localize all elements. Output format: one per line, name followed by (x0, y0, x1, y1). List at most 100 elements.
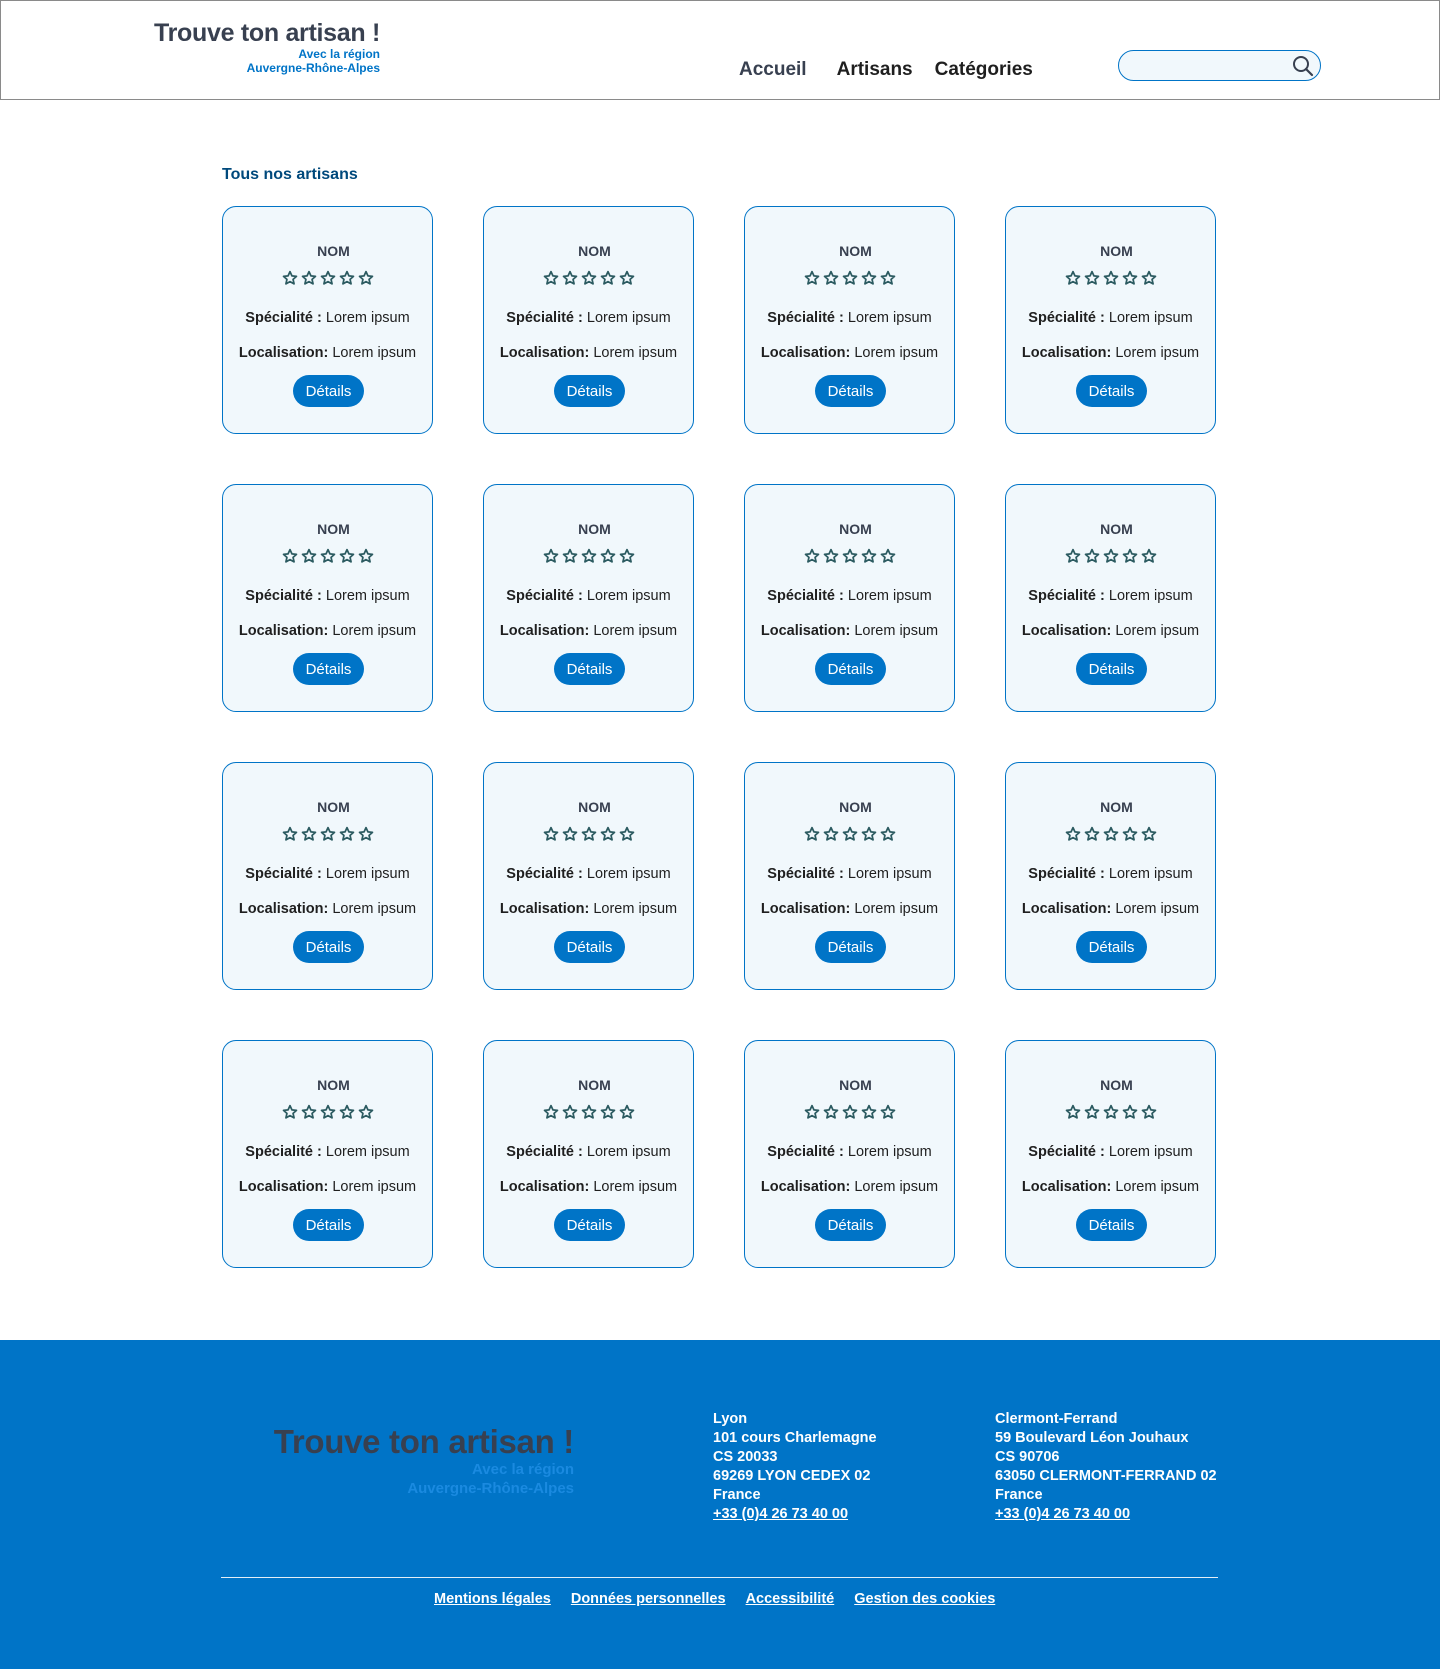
details-button[interactable]: Détails (1076, 931, 1147, 963)
artisan-card: NOM Spécialité : Lorem ipsum Localisation:… (222, 1040, 433, 1268)
location-line: Localisation: Lorem ipsum (223, 1179, 432, 1195)
artisan-name: NOM (317, 1077, 350, 1093)
star-icon (1084, 826, 1100, 842)
location-line: Localisation: Lorem ipsum (745, 623, 954, 639)
link-gestion-cookies[interactable]: Gestion des cookies (854, 1591, 995, 1607)
phone-link[interactable]: +33 (0)4 26 73 40 00 (995, 1506, 1130, 1522)
specialty-value: Lorem ipsum (325, 866, 410, 882)
details-button[interactable]: Détails (554, 1209, 625, 1241)
address-street: 59 Boulevard Léon Jouhaux (995, 1430, 1189, 1446)
section-title: Tous nos artisans (222, 166, 358, 183)
specialty-line: Spécialité : Lorem ipsum (1006, 1144, 1215, 1160)
search-input[interactable] (1131, 55, 1281, 76)
star-icon (339, 826, 355, 842)
address-cs: CS 90706 (995, 1449, 1060, 1465)
star-icon (358, 1104, 374, 1120)
nav-item-artisans[interactable]: Artisans (837, 59, 913, 81)
details-button[interactable]: Détails (293, 1209, 364, 1241)
artisan-name: NOM (1100, 799, 1133, 815)
rating-stars (804, 548, 896, 564)
star-icon (358, 826, 374, 842)
search-icon[interactable] (1292, 55, 1314, 77)
footer-logo[interactable]: Trouve ton artisan ! Avec la région Auve… (256, 1424, 575, 1498)
star-icon (1122, 548, 1138, 564)
star-icon (880, 826, 896, 842)
artisan-name: NOM (1100, 521, 1133, 537)
specialty-line: Spécialité : Lorem ipsum (484, 1144, 693, 1160)
details-button[interactable]: Détails (554, 375, 625, 407)
specialty-value: Lorem ipsum (1108, 866, 1193, 882)
address-city: Lyon (713, 1411, 748, 1427)
star-icon (543, 826, 559, 842)
details-button[interactable]: Détails (293, 375, 364, 407)
address-street: 101 cours Charlemagne (713, 1430, 877, 1446)
star-icon (1084, 548, 1100, 564)
location-value: Lorem ipsum (593, 345, 678, 361)
address-lyon: Lyon 101 cours Charlemagne CS 20033 6926… (713, 1410, 877, 1524)
specialty-line: Spécialité : Lorem ipsum (484, 866, 693, 882)
nav-item-accueil[interactable]: Accueil (739, 59, 807, 81)
details-button[interactable]: Détails (293, 653, 364, 685)
specialty-line: Spécialité : Lorem ipsum (223, 588, 432, 604)
specialty-value: Lorem ipsum (1108, 1144, 1193, 1160)
artisan-card: NOM Spécialité : Lorem ipsum Localisation:… (483, 1040, 694, 1268)
logo-title: Trouve ton artisan ! (154, 19, 380, 47)
location-value: Lorem ipsum (1115, 345, 1200, 361)
specialty-line: Spécialité : Lorem ipsum (223, 310, 432, 326)
location-label: Localisation: (238, 1179, 329, 1195)
details-button[interactable]: Détails (554, 931, 625, 963)
site-logo[interactable]: Trouve ton artisan ! Avec la région Auve… (147, 19, 380, 75)
details-button[interactable]: Détails (815, 653, 886, 685)
star-icon (1141, 826, 1157, 842)
link-mentions-legales[interactable]: Mentions légales (434, 1591, 551, 1607)
link-accessibilite[interactable]: Accessibilité (746, 1591, 835, 1607)
star-icon (861, 1104, 877, 1120)
details-button[interactable]: Détails (1076, 1209, 1147, 1241)
rating-stars (804, 826, 896, 842)
star-icon (600, 270, 616, 286)
phone-link[interactable]: +33 (0)4 26 73 40 00 (713, 1506, 848, 1522)
artisan-name: NOM (1100, 1077, 1133, 1093)
location-label: Localisation: (1021, 345, 1112, 361)
star-icon (543, 270, 559, 286)
details-button[interactable]: Détails (815, 1209, 886, 1241)
location-label: Localisation: (760, 901, 851, 917)
star-icon (282, 270, 298, 286)
specialty-label: Spécialité : (767, 1144, 844, 1160)
address-country: France (713, 1487, 761, 1503)
star-icon (600, 1104, 616, 1120)
rating-stars (1065, 826, 1157, 842)
specialty-label: Spécialité : (506, 588, 583, 604)
location-value: Lorem ipsum (1115, 623, 1200, 639)
star-icon (301, 548, 317, 564)
star-icon (282, 548, 298, 564)
star-icon (1065, 270, 1081, 286)
details-button[interactable]: Détails (1076, 653, 1147, 685)
location-value: Lorem ipsum (332, 901, 417, 917)
location-label: Localisation: (499, 1179, 590, 1195)
details-button[interactable]: Détails (815, 931, 886, 963)
details-button[interactable]: Détails (293, 931, 364, 963)
artisan-card: NOM Spécialité : Lorem ipsum Localisation:… (744, 206, 955, 434)
details-button[interactable]: Détails (554, 653, 625, 685)
star-icon (619, 1104, 635, 1120)
star-icon (562, 826, 578, 842)
star-icon (1103, 270, 1119, 286)
nav-item-categories[interactable]: Catégories (935, 59, 1033, 81)
rating-stars (543, 1104, 635, 1120)
star-icon (320, 826, 336, 842)
details-button[interactable]: Détails (815, 375, 886, 407)
details-button[interactable]: Détails (1076, 375, 1147, 407)
star-icon (823, 548, 839, 564)
location-value: Lorem ipsum (593, 1179, 678, 1195)
star-icon (861, 548, 877, 564)
artisan-card: NOM Spécialité : Lorem ipsum Localisation:… (1005, 206, 1216, 434)
location-line: Localisation: Lorem ipsum (484, 1179, 693, 1195)
location-label: Localisation: (499, 345, 590, 361)
specialty-value: Lorem ipsum (325, 588, 410, 604)
location-line: Localisation: Lorem ipsum (1006, 1179, 1215, 1195)
link-donnees-personnelles[interactable]: Données personnelles (571, 1591, 726, 1607)
logo-subtitle-area: Auvergne-Rhône-Alpes (246, 61, 380, 75)
logo-subtitle-region: Avec la région (298, 47, 380, 61)
artisan-card: NOM Spécialité : Lorem ipsum Localisation:… (1005, 1040, 1216, 1268)
